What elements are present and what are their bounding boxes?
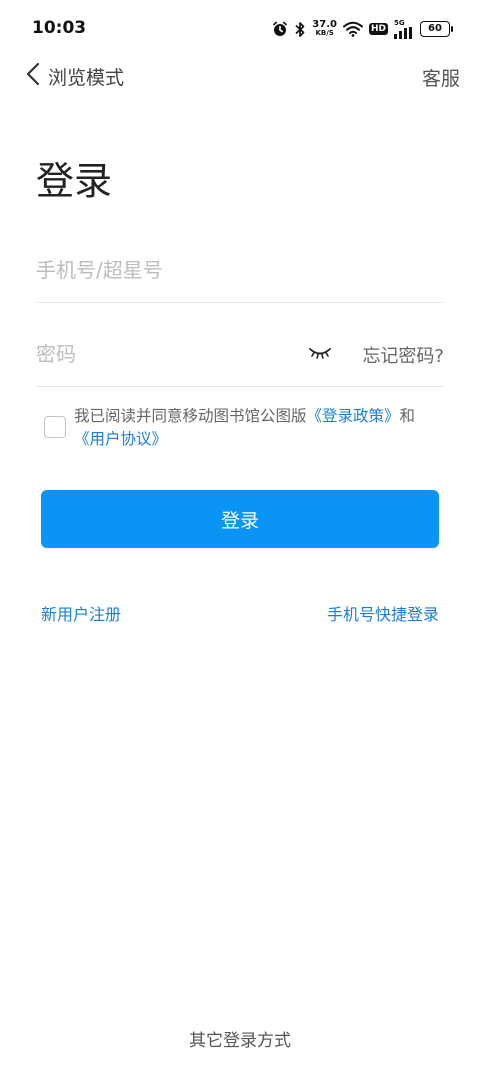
password-field: 忘记密码?	[36, 326, 444, 387]
agreement-prefix: 我已阅读并同意移动图书馆公图版	[74, 407, 307, 425]
agreement-text: 我已阅读并同意移动图书馆公图版《登录政策》和《用户协议》	[74, 405, 442, 451]
login-button[interactable]: 登录	[41, 490, 439, 548]
login-policy-link[interactable]: 《登录政策》	[307, 407, 400, 425]
bluetooth-icon	[294, 21, 306, 38]
agreement-and: 和	[399, 407, 416, 425]
wifi-icon	[342, 21, 363, 37]
phone-quick-login-link[interactable]: 手机号快捷登录	[327, 601, 439, 625]
cellular-signal-icon: 5G	[394, 18, 414, 39]
account-input[interactable]	[36, 242, 444, 298]
alarm-icon	[272, 21, 288, 37]
status-bar: 10:03 37.0 KB/S HD 5G 60	[0, 0, 480, 58]
register-link[interactable]: 新用户注册	[41, 601, 121, 625]
hd-badge: HD	[368, 23, 388, 35]
network-speed: 37.0 KB/S	[312, 20, 337, 38]
user-agreement-link[interactable]: 《用户协议》	[74, 430, 167, 448]
page-title: 登录	[36, 159, 113, 203]
network-speed-unit: KB/S	[315, 29, 334, 37]
agreement-checkbox[interactable]	[44, 416, 66, 438]
back-button[interactable]: 浏览模式	[26, 58, 124, 94]
eye-closed-icon[interactable]	[308, 344, 332, 366]
forgot-password-link[interactable]: 忘记密码?	[362, 342, 444, 368]
other-login-methods[interactable]: 其它登录方式	[0, 1026, 480, 1051]
back-label: 浏览模式	[48, 66, 125, 89]
password-input[interactable]	[36, 326, 296, 382]
network-speed-value: 37.0	[312, 19, 337, 30]
nav-bar: 浏览模式 客服	[0, 58, 480, 94]
status-icons: 37.0 KB/S HD 5G 60	[272, 17, 453, 41]
chevron-left-icon	[26, 62, 40, 90]
signal-label: 5G	[394, 18, 405, 27]
battery-indicator: 60	[420, 21, 453, 37]
customer-service-link[interactable]: 客服	[422, 64, 460, 91]
status-time: 10:03	[32, 18, 87, 38]
account-field	[36, 242, 444, 303]
